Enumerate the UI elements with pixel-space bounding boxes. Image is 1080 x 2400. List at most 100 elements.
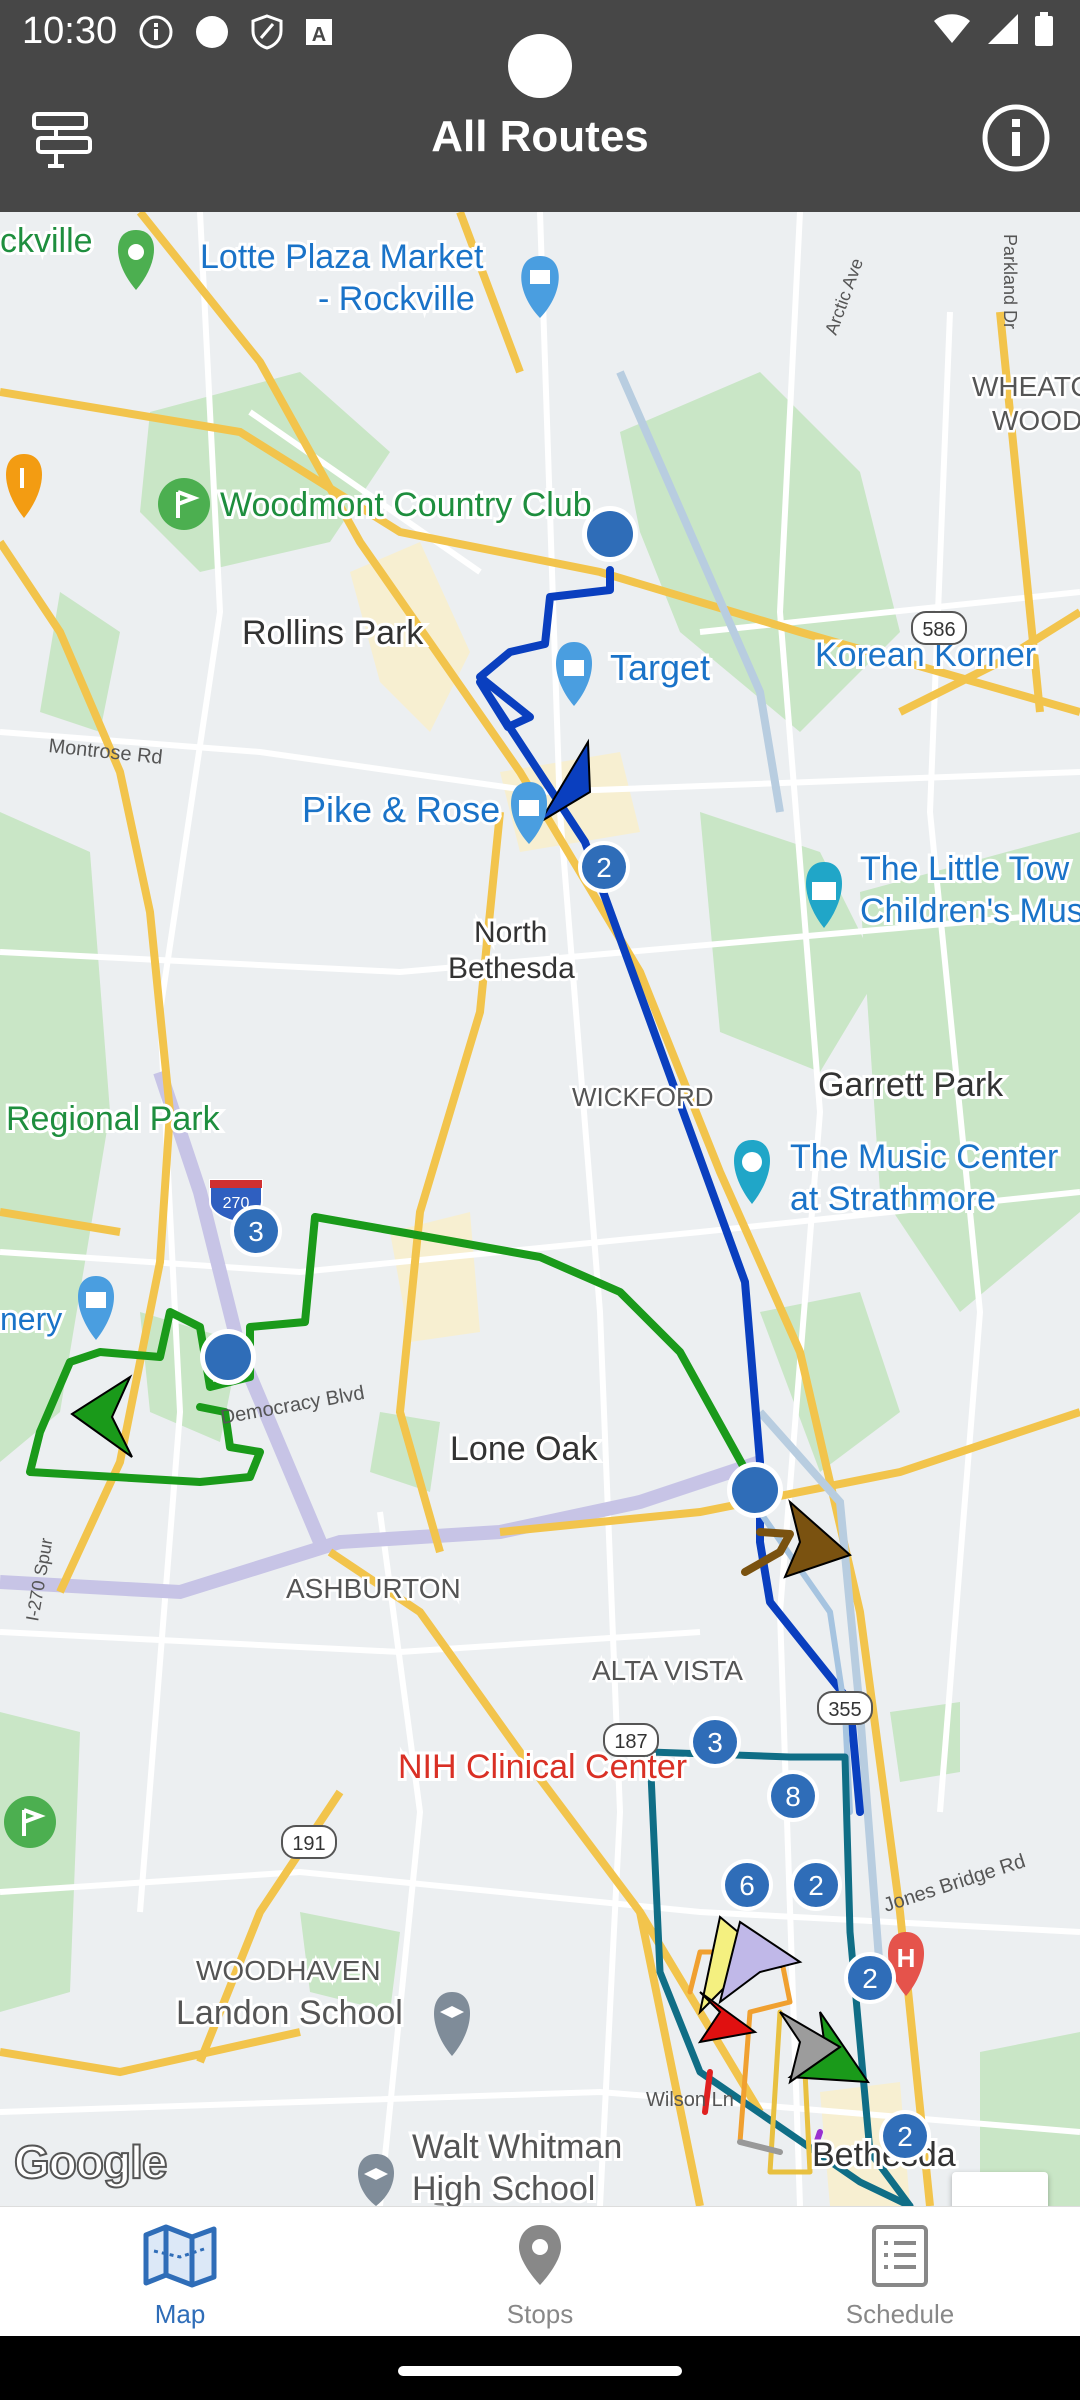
svg-text:H: H <box>897 1943 916 1973</box>
poi-label-woodmont: Woodmont Country Club <box>220 486 592 524</box>
street-label-parkland: Parkland Dr <box>1000 234 1020 329</box>
svg-text:2: 2 <box>897 2121 913 2152</box>
poi-label-rockville: ckville <box>0 222 93 260</box>
poi-label-rollins: Rollins Park <box>242 614 424 652</box>
tab-map-label: Map <box>154 2299 206 2329</box>
nery-shop-pin-icon <box>78 1276 114 1340</box>
area-label-wood: WOOD <box>992 405 1080 436</box>
svg-text:3: 3 <box>707 1727 723 1758</box>
info-button[interactable] <box>980 102 1052 174</box>
map-icon <box>143 2224 217 2288</box>
svg-text:2: 2 <box>808 1870 824 1901</box>
info-icon <box>139 15 173 49</box>
poi-label-lotte: Lotte Plaza Market <box>200 238 484 276</box>
area-label-bethesda-n: Bethesda <box>448 952 575 985</box>
home-indicator[interactable] <box>398 2366 682 2376</box>
street-label-democracy: Democracy Blvd <box>219 1382 366 1429</box>
info-icon <box>982 104 1050 172</box>
bottom-navigation: Map Stops Schedule <box>0 2206 1080 2337</box>
svg-text:187: 187 <box>614 1731 647 1753</box>
tab-map[interactable]: Map <box>0 2207 360 2337</box>
golf-pin-icon-2 <box>4 1796 56 1848</box>
shopping-pin-icon <box>521 256 559 318</box>
poi-label-pike: Pike & Rose <box>302 789 500 830</box>
svg-text:355: 355 <box>828 1699 861 1721</box>
target-pin-icon <box>556 642 592 706</box>
schedule-list-icon <box>872 2225 928 2287</box>
pin-icon <box>519 2225 561 2285</box>
tab-schedule[interactable]: Schedule <box>720 2207 1080 2337</box>
svg-text:3: 3 <box>248 1216 264 1247</box>
svg-text:A: A <box>312 24 326 46</box>
route-badge: 6 <box>721 1859 773 1911</box>
area-label-north: North <box>474 916 547 949</box>
poi-label-lotte2: - Rockville <box>318 280 475 318</box>
park-pin-icon <box>118 230 154 290</box>
svg-text:8: 8 <box>785 1781 801 1812</box>
svg-text:6: 6 <box>739 1870 755 1901</box>
shield-191: 191 <box>281 1825 337 1859</box>
svg-text:586: 586 <box>922 619 955 641</box>
poi-label-regional-park: Regional Park <box>6 1100 221 1138</box>
route-badge: 2 <box>844 1952 896 2004</box>
tab-stops[interactable]: Stops <box>360 2207 720 2337</box>
area-label-woodhaven: WOODHAVEN <box>196 1955 381 1986</box>
zoom-in-label: + <box>981 2189 1018 2206</box>
street-label-jones-bridge: Jones Bridge Rd <box>881 1850 1028 1917</box>
google-attribution[interactable]: Google <box>13 2135 168 2189</box>
shield-355: 355 <box>817 1691 873 1725</box>
area-label-wheaton: WHEATO <box>972 371 1080 402</box>
zoom-in-button[interactable]: + <box>952 2172 1048 2206</box>
area-label-ashburton: ASHBURTON <box>286 1573 461 1604</box>
status-time: 10:30 <box>22 10 118 52</box>
route-badge: 8 <box>767 1770 819 1822</box>
svg-text:2: 2 <box>596 852 612 883</box>
tab-stops-label: Stops <box>506 2299 574 2329</box>
signal-icon <box>988 14 1018 44</box>
school-pin-icon-2 <box>358 2154 394 2206</box>
poi-label-little-tower: The Little Tow <box>860 850 1070 888</box>
route-badge: 3 <box>230 1205 282 1257</box>
camera-cutout <box>508 34 572 98</box>
poi-label-music-center-2: at Strathmore <box>790 1180 996 1218</box>
arrow-green <box>70 1374 133 1458</box>
area-label-garrett: Garrett Park <box>818 1066 1004 1104</box>
poi-label-nery: nery <box>0 1301 62 1337</box>
status-icons-left: A <box>138 14 334 50</box>
poi-label-walt-2: High School <box>412 2170 595 2206</box>
shield-586: 586 <box>911 611 967 645</box>
golf-pin-icon <box>158 478 210 530</box>
circle-icon <box>196 16 228 48</box>
theater-pin-icon <box>734 1140 770 1204</box>
wifi-icon <box>934 14 970 43</box>
route-badge: 3 <box>689 1716 741 1768</box>
tab-schedule-label: Schedule <box>845 2299 955 2329</box>
route-badge: 2 <box>790 1859 842 1911</box>
zoom-controls: + − <box>952 2172 1048 2206</box>
poi-label-music-center-1: The Music Center <box>790 1138 1058 1176</box>
poi-label-target: Target <box>610 647 710 688</box>
area-label-wickford: WICKFORD <box>572 1082 714 1112</box>
route-map[interactable]: H ckville Lotte Plaza Market - Rockville… <box>0 212 1080 2206</box>
route-badge: 2 <box>879 2110 931 2162</box>
shield-187: 187 <box>603 1723 659 1757</box>
street-label-arctic: Arctic Ave <box>821 256 867 338</box>
svg-text:2: 2 <box>862 1963 878 1994</box>
poi-label-childrens: Children's Mus <box>860 892 1080 930</box>
a-box-icon: A <box>306 19 332 46</box>
area-label-alta-vista: ALTA VISTA <box>592 1655 743 1686</box>
poi-label-landon: Landon School <box>176 1994 403 2032</box>
route-badge: 2 <box>578 841 630 893</box>
street-label-wilson: Wilson Ln <box>646 2089 734 2111</box>
svg-text:191: 191 <box>292 1833 325 1855</box>
shield-icon <box>251 14 283 50</box>
restaurant-pin-icon <box>6 454 42 518</box>
poi-label-walt-1: Walt Whitman <box>412 2128 622 2166</box>
arrow-red <box>697 1991 758 2044</box>
area-label-lone-oak: Lone Oak <box>450 1430 598 1468</box>
street-label-montrose: Montrose Rd <box>47 735 163 769</box>
battery-icon <box>1035 12 1053 46</box>
status-icons-right <box>932 12 1054 46</box>
map-canvas[interactable]: H ckville Lotte Plaza Market - Rockville… <box>0 212 1080 2206</box>
page-title: All Routes <box>431 112 649 161</box>
